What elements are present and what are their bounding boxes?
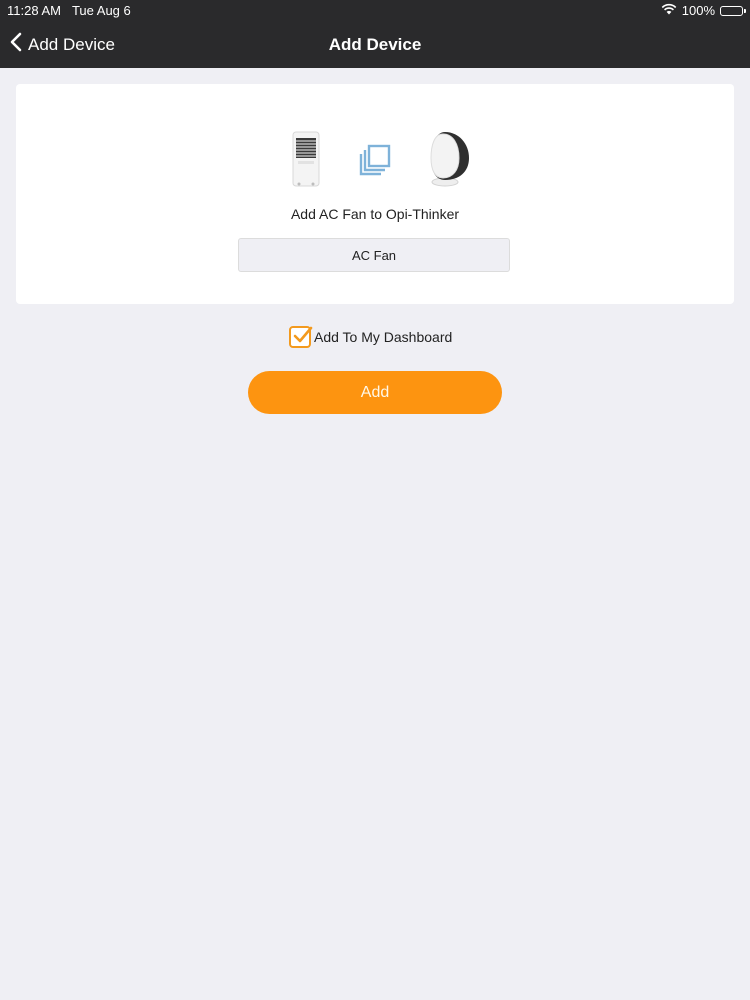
- battery-percent: 100%: [681, 3, 715, 18]
- status-bar-right: 100%: [661, 3, 746, 18]
- add-to-dashboard-label: Add To My Dashboard: [314, 329, 453, 345]
- device-name-input[interactable]: [238, 238, 510, 272]
- status-bar-left: 11:28 AM Tue Aug 6: [7, 3, 131, 18]
- wifi-icon: [661, 3, 677, 18]
- add-device-caption: Add AC Fan to Opi-Thinker: [290, 206, 460, 222]
- navigation-bar: 11:28 AM Tue Aug 6 100% Add Device Add D…: [0, 0, 750, 68]
- add-to-dashboard-toggle[interactable]: Add To My Dashboard: [289, 326, 452, 348]
- hub-device-icon: [419, 130, 479, 193]
- status-date: Tue Aug 6: [71, 3, 131, 18]
- link-icon: [358, 143, 392, 182]
- add-button[interactable]: Add: [248, 371, 502, 414]
- status-time: 11:28 AM: [7, 3, 61, 18]
- ac-fan-device-icon: [291, 131, 321, 192]
- checkbox-checked-icon[interactable]: [289, 326, 313, 348]
- page-title: Add Device: [328, 35, 422, 54]
- battery-icon: [720, 5, 746, 16]
- device-icons-row: [16, 130, 734, 188]
- device-card: Add AC Fan to Opi-Thinker: [16, 84, 734, 304]
